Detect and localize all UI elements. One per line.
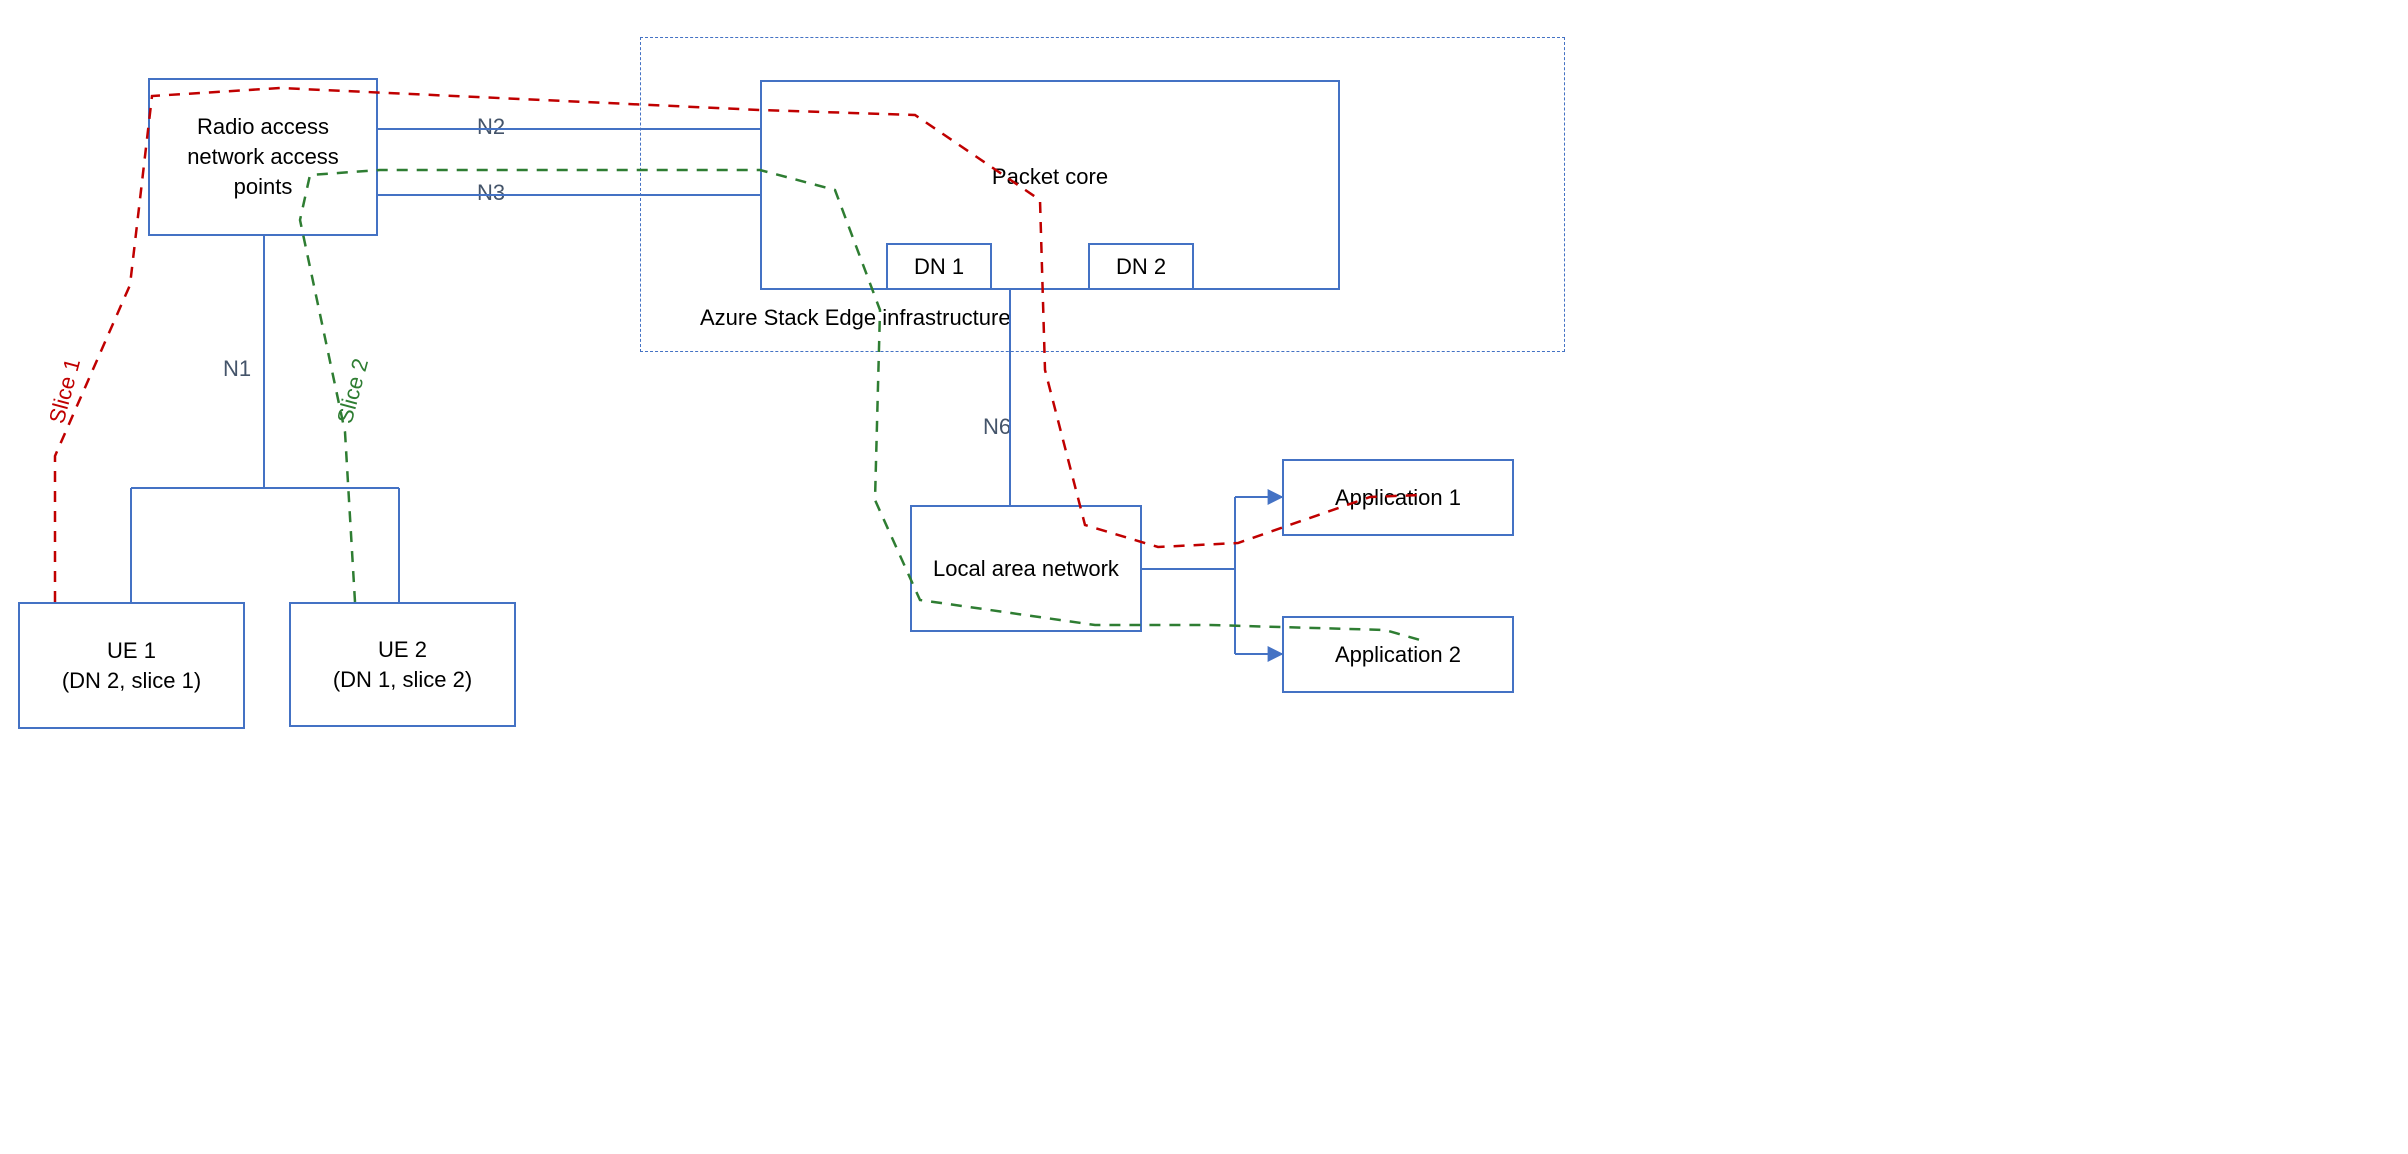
- ran-box: Radio access network access points: [148, 78, 378, 236]
- lan-label: Local area network: [933, 554, 1119, 584]
- n3-label: N3: [477, 180, 505, 206]
- dn2-box: DN 2: [1088, 243, 1194, 290]
- lan-box: Local area network: [910, 505, 1142, 632]
- app2-label: Application 2: [1335, 640, 1461, 670]
- ue2-label: UE 2 (DN 1, slice 2): [333, 635, 472, 694]
- ue2-box: UE 2 (DN 1, slice 2): [289, 602, 516, 727]
- app1-box: Application 1: [1282, 459, 1514, 536]
- n2-label: N2: [477, 114, 505, 140]
- app2-box: Application 2: [1282, 616, 1514, 693]
- n1-label: N1: [223, 356, 251, 382]
- dn1-box: DN 1: [886, 243, 992, 290]
- ue1-box: UE 1 (DN 2, slice 1): [18, 602, 245, 729]
- n6-label: N6: [983, 414, 1011, 440]
- dn2-label: DN 2: [1116, 252, 1166, 282]
- slice2-label: Slice 2: [332, 356, 374, 427]
- packet-core-box: Packet core: [760, 80, 1340, 290]
- app1-label: Application 1: [1335, 483, 1461, 513]
- slice1-label: Slice 1: [44, 356, 86, 427]
- dn1-label: DN 1: [914, 252, 964, 282]
- ran-label: Radio access network access points: [187, 112, 339, 201]
- packet-core-label: Packet core: [992, 162, 1108, 192]
- ase-label: Azure Stack Edge infrastructure: [700, 305, 1011, 331]
- ue1-label: UE 1 (DN 2, slice 1): [62, 636, 201, 695]
